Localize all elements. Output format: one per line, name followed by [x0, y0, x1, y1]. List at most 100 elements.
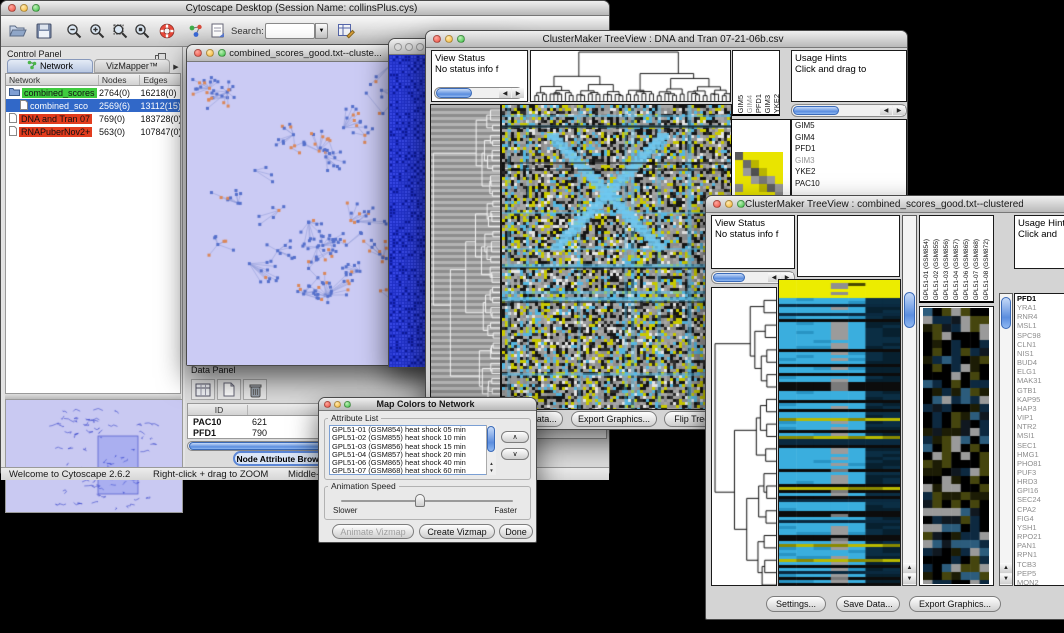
tv2-gene-label[interactable]: RPN1 — [1015, 550, 1064, 559]
zoom-button[interactable] — [457, 35, 465, 43]
tv2-gene-label[interactable]: MSL1 — [1015, 321, 1064, 330]
close-button[interactable] — [194, 49, 202, 57]
network-row[interactable]: DNA and Tran 07 769(0) 183728(0) — [6, 112, 180, 125]
column-header[interactable]: ID — [188, 405, 248, 415]
row-dendrogram-panel[interactable] — [711, 287, 777, 586]
tv2-column-label[interactable]: GPL51-04 (GSM857) — [953, 239, 960, 300]
scroll-left-icon[interactable]: ◀ — [880, 106, 892, 115]
row-dendrogram[interactable] — [431, 105, 500, 409]
network-overview-thumbnail[interactable] — [5, 399, 183, 513]
vizmap-icon[interactable] — [185, 21, 206, 41]
scroll-right-icon[interactable]: ▶ — [512, 88, 524, 98]
save-data-button[interactable]: Save Data... — [836, 596, 900, 612]
tv1-column-label[interactable]: GIM3 — [763, 95, 772, 113]
tv2-gene-label[interactable]: ELG1 — [1015, 367, 1064, 376]
attribute-list[interactable]: GPL51-01 (GSM854) heat shock 05 minGPL51… — [329, 425, 496, 475]
zoom-button[interactable] — [344, 401, 351, 408]
minimize-button[interactable] — [206, 49, 214, 57]
open-file-icon[interactable] — [7, 21, 28, 41]
tv2-column-label[interactable]: GPL51-06 (GSM865) — [963, 239, 970, 300]
export-graphics-button[interactable]: Export Graphics... — [909, 596, 1001, 612]
attribute-list-scrollbar[interactable]: ▲ ▼ — [486, 425, 496, 475]
tv1-gene-label[interactable]: YKE2 — [792, 166, 906, 178]
scroll-down-icon[interactable]: ▼ — [487, 468, 496, 474]
heatmap-panel[interactable] — [501, 104, 732, 410]
scrollbar-thumb[interactable] — [793, 106, 839, 115]
scrollbar-thumb[interactable] — [904, 292, 915, 328]
tv2-column-label[interactable]: GPL51-07 (GSM868) — [973, 239, 980, 300]
scroll-up-icon[interactable]: ▲ — [903, 563, 916, 573]
scroll-down-icon[interactable]: ▼ — [1000, 574, 1012, 584]
zoom-button[interactable] — [32, 4, 40, 12]
tv2-gene-label[interactable]: HMG1 — [1015, 450, 1064, 459]
column-dendrogram[interactable] — [531, 51, 730, 101]
tv2-gene-label[interactable]: CPA2 — [1015, 505, 1064, 514]
zoom-vertical-scrollbar[interactable]: ▲ ▼ — [999, 293, 1013, 586]
tv2-gene-label[interactable]: CLN1 — [1015, 340, 1064, 349]
usage-hints-scrollbar[interactable]: ◀ ▶ — [791, 104, 907, 117]
zoom-button[interactable] — [416, 43, 424, 51]
tv2-column-label[interactable]: GPL51-02 (GSM855) — [933, 239, 940, 300]
minimize-button[interactable] — [405, 43, 413, 51]
tv2-gene-label[interactable]: PFD1 — [1015, 294, 1064, 303]
zoom-button[interactable] — [218, 49, 226, 57]
tv1-column-label[interactable]: PFD1 — [754, 94, 763, 113]
scroll-left-icon[interactable]: ◀ — [499, 88, 511, 98]
tv2-gene-label[interactable]: KAP95 — [1015, 395, 1064, 404]
tab-vizmapper[interactable]: VizMapper™ — [94, 59, 170, 73]
minimize-button[interactable] — [725, 200, 733, 208]
search-dropdown-arrow-icon[interactable]: ▼ — [315, 23, 328, 39]
tv2-gene-label[interactable]: BUD4 — [1015, 358, 1064, 367]
tv2-gene-label[interactable]: HRD3 — [1015, 477, 1064, 486]
dialog-titlebar[interactable]: Map Colors to Network — [319, 398, 536, 411]
tab-network[interactable]: Network — [7, 59, 93, 73]
tv1-gene-label[interactable]: GIM5 — [792, 120, 906, 132]
zoom-fit-icon[interactable] — [109, 21, 130, 41]
row-dendrogram-panel[interactable] — [430, 104, 501, 410]
zoom-button[interactable] — [737, 200, 745, 208]
tv2-gene-label[interactable]: PUF3 — [1015, 468, 1064, 477]
tv2-gene-label[interactable]: MSI1 — [1015, 431, 1064, 440]
view-status-scrollbar[interactable]: ◀ ▶ — [434, 87, 523, 99]
tv2-gene-label[interactable]: MAK31 — [1015, 376, 1064, 385]
treeview2-titlebar[interactable]: ClusterMaker TreeView : combined_scores_… — [706, 196, 1064, 213]
save-icon[interactable] — [33, 21, 54, 41]
tv1-column-label[interactable]: GIM4 — [745, 95, 754, 113]
done-button[interactable]: Done — [499, 524, 533, 539]
tv2-gene-label[interactable]: TCB3 — [1015, 560, 1064, 569]
tv2-gene-label[interactable]: PAN1 — [1015, 541, 1064, 550]
column-header[interactable]: Edges — [140, 75, 180, 85]
new-attribute-icon[interactable] — [217, 379, 241, 400]
tab-overflow-button[interactable]: ▶ — [171, 61, 181, 73]
zoom-out-icon[interactable] — [63, 21, 84, 41]
tv2-gene-label[interactable]: PHO81 — [1015, 459, 1064, 468]
scrollbar-thumb[interactable] — [713, 273, 745, 282]
tv1-gene-label[interactable]: GIM3 — [792, 155, 906, 167]
column-dendrogram-panel[interactable] — [797, 215, 900, 277]
tv2-gene-label[interactable]: YSH1 — [1015, 523, 1064, 532]
close-button[interactable] — [394, 43, 402, 51]
heatmap[interactable] — [502, 105, 731, 409]
move-down-button[interactable]: ∨ — [501, 448, 529, 460]
annotation-icon[interactable] — [207, 21, 228, 41]
tv1-gene-label[interactable]: PAC10 — [792, 178, 906, 190]
edit-table-icon[interactable] — [335, 21, 356, 41]
zoom-selected-icon[interactable] — [131, 21, 152, 41]
scroll-right-icon[interactable]: ▶ — [893, 106, 905, 115]
delete-attribute-trash-icon[interactable] — [243, 379, 267, 400]
heatmap-panel[interactable] — [778, 279, 901, 586]
export-graphics-button[interactable]: Export Graphics... — [571, 411, 657, 427]
tv2-column-label[interactable]: GPL51-03 (GSM856) — [943, 239, 950, 300]
tv2-gene-label[interactable]: SPC98 — [1015, 331, 1064, 340]
tv2-gene-label[interactable]: HAP3 — [1015, 404, 1064, 413]
tv1-gene-label[interactable]: GIM4 — [792, 132, 906, 144]
column-header[interactable]: Nodes — [99, 75, 141, 85]
close-button[interactable] — [8, 4, 16, 12]
minimize-button[interactable] — [20, 4, 28, 12]
tv2-gene-label[interactable]: PEP5 — [1015, 569, 1064, 578]
vertical-scrollbar[interactable]: ▲ ▼ — [902, 215, 917, 586]
network-row-selected[interactable]: combined_sco 2569(6) 13112(15) — [6, 99, 180, 112]
tv2-column-label[interactable]: GPL51-01 (GSM854) — [923, 239, 930, 300]
scroll-up-icon[interactable]: ▲ — [1000, 563, 1012, 573]
tv1-column-label[interactable]: GIM5 — [736, 95, 745, 113]
